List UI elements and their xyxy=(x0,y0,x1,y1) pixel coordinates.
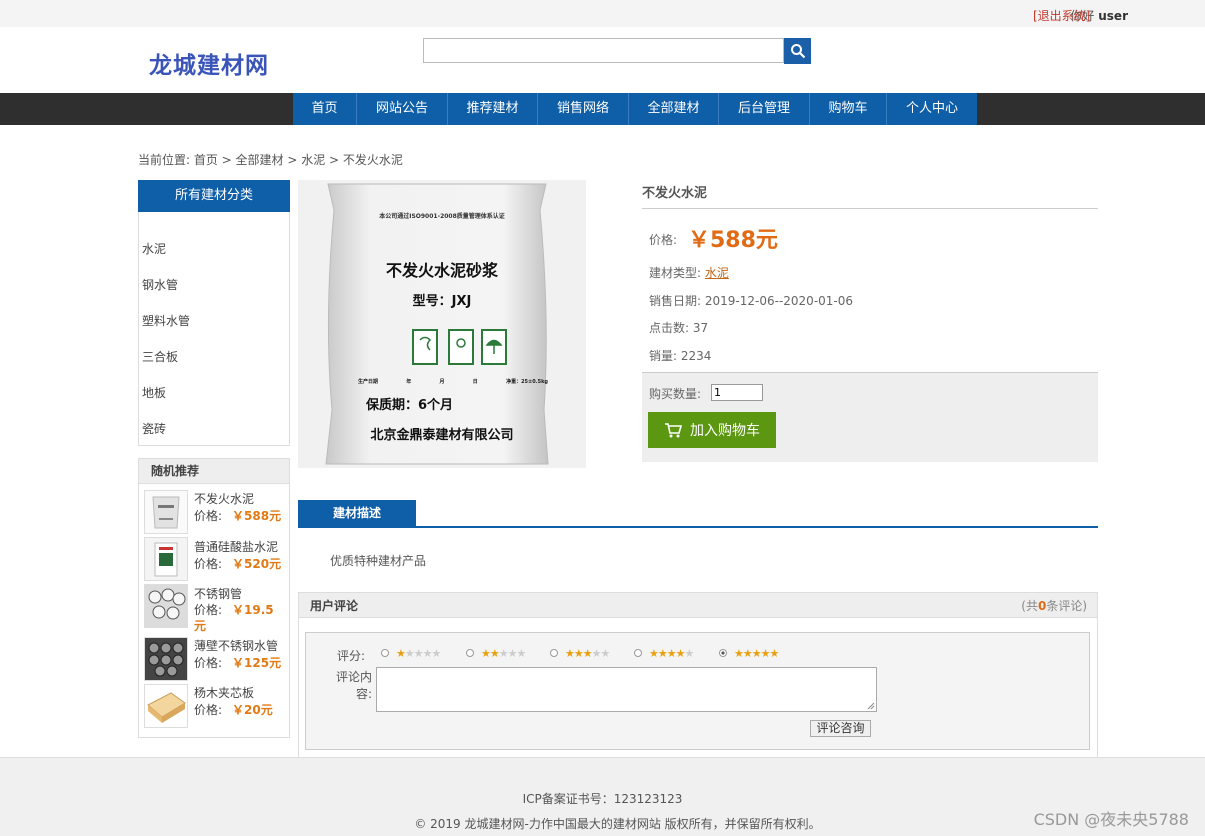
rating-1-stars: ★★★★★ xyxy=(396,647,441,660)
comments-title: 用户评论 xyxy=(310,599,359,613)
rating-4-stars: ★★★★★ xyxy=(649,647,694,660)
product-title: 不发火水泥 xyxy=(642,186,708,201)
search-input[interactable] xyxy=(423,38,784,63)
nav-cart[interactable]: 购物车 xyxy=(810,93,887,125)
random-thumb-4[interactable] xyxy=(144,684,188,728)
category-tile[interactable]: 瓷砖 xyxy=(142,420,166,437)
random-price-2: 价格: ￥19.5元 xyxy=(194,603,274,633)
tab-description[interactable]: 建材描述 xyxy=(298,500,416,526)
random-price-0: 价格: ￥588元 xyxy=(194,509,282,523)
cart-icon xyxy=(665,423,682,438)
main-nav: 首页 网站公告 推荐建材 销售网络 全部建材 后台管理 购物车 个人中心 xyxy=(293,93,977,125)
submit-comment-button[interactable]: 评论咨询 xyxy=(810,720,871,737)
search-button[interactable] xyxy=(784,38,811,64)
nav-announcements[interactable]: 网站公告 xyxy=(357,93,448,125)
random-name-0[interactable]: 不发火水泥 xyxy=(194,490,254,507)
rating-2-radio[interactable] xyxy=(466,649,474,657)
bag-meta: 生产日期年月日净重：25±0.5kg xyxy=(358,379,548,385)
random-thumb-0[interactable] xyxy=(144,490,188,534)
nav-all-materials[interactable]: 全部建材 xyxy=(629,93,719,125)
rating-3-stars: ★★★★★ xyxy=(565,647,610,660)
rating-5-stars: ★★★★★ xyxy=(734,647,779,660)
breadcrumb: 当前位置: 首页 > 全部建材 > 水泥 > 不发火水泥 xyxy=(138,153,403,167)
type-link[interactable]: 水泥 xyxy=(705,266,729,280)
rating-5-radio[interactable] xyxy=(719,649,727,657)
random-thumb-1[interactable] xyxy=(144,537,188,581)
sales-row: 销量: 2234 xyxy=(649,349,712,363)
random-name-4[interactable]: 杨木夹芯板 xyxy=(194,684,254,701)
product-image: 本公司通过ISO9001-2008质量管理体系认证 不发火水泥砂浆 型号：JXJ… xyxy=(298,180,586,468)
add-to-cart-label: 加入购物车 xyxy=(690,423,760,439)
random-name-3[interactable]: 薄壁不锈钢水管 xyxy=(194,637,278,654)
category-plywood[interactable]: 三合板 xyxy=(142,348,178,365)
random-price-3: 价格: ￥125元 xyxy=(194,656,282,670)
rating-2-stars: ★★★★★ xyxy=(481,647,526,660)
category-plastic-pipe[interactable]: 塑料水管 xyxy=(142,312,190,329)
category-steel-pipe[interactable]: 钢水管 xyxy=(142,276,178,293)
logout-link[interactable]: [退出系统] xyxy=(1033,7,1093,24)
username: user xyxy=(1098,9,1128,23)
random-name-2[interactable]: 不锈钢管 xyxy=(194,585,242,602)
copyright: © 2019 龙城建材网-力作中国最大的建材网站 版权所有，并保留所有权利。 xyxy=(414,817,821,831)
qty-label: 购买数量: xyxy=(649,387,702,401)
bag-shelf-life: 保质期：6个月 xyxy=(366,398,454,413)
nav-profile[interactable]: 个人中心 xyxy=(887,93,977,125)
type-row: 建材类型: 水泥 xyxy=(649,266,729,280)
sale-date-row: 销售日期: 2019-12-06--2020-01-06 xyxy=(649,294,854,308)
comments-count: (共0条评论) xyxy=(1021,599,1087,613)
description-text: 优质特种建材产品 xyxy=(330,554,427,568)
site-logo[interactable]: 龙城建材网 xyxy=(149,46,269,80)
categories-title: 所有建材分类 xyxy=(138,180,290,212)
resize-handle-icon[interactable] xyxy=(867,702,875,710)
rating-4-radio[interactable] xyxy=(634,649,642,657)
price-label: 价格: xyxy=(649,233,678,247)
nav-admin[interactable]: 后台管理 xyxy=(719,93,810,125)
cert-icons xyxy=(412,329,507,365)
add-to-cart-button[interactable]: 加入购物车 xyxy=(648,412,776,448)
bag-cert-line: 本公司通过ISO9001-2008质量管理体系认证 xyxy=(379,213,505,220)
search-icon xyxy=(790,44,805,59)
rating-1-radio[interactable] xyxy=(381,649,389,657)
clicks-row: 点击数: 37 xyxy=(649,321,709,335)
random-thumb-3[interactable] xyxy=(144,637,188,681)
random-name-1[interactable]: 普通硅酸盐水泥 xyxy=(194,538,278,555)
random-title: 随机推荐 xyxy=(138,458,290,484)
random-price-1: 价格: ￥520元 xyxy=(194,557,282,571)
nav-home[interactable]: 首页 xyxy=(293,93,357,125)
top-bar xyxy=(0,0,1205,27)
title-divider xyxy=(642,208,1098,209)
bag-model: 型号：JXJ xyxy=(412,294,472,309)
content-label: 评论内容: xyxy=(335,670,372,701)
rating-3-radio[interactable] xyxy=(550,649,558,657)
nav-recommended[interactable]: 推荐建材 xyxy=(448,93,538,125)
bag-product-name: 不发火水泥砂浆 xyxy=(385,261,498,280)
watermark: CSDN @夜未央5788 xyxy=(1033,810,1189,829)
nav-sales-network[interactable]: 销售网络 xyxy=(538,93,629,125)
random-thumb-2[interactable] xyxy=(144,584,188,628)
random-price-4: 价格: ￥20元 xyxy=(194,703,273,717)
category-floor[interactable]: 地板 xyxy=(142,384,166,401)
product-price: ￥588元 xyxy=(688,228,778,253)
icp-number: ICP备案证书号：123123123 xyxy=(522,792,683,806)
tab-underline xyxy=(298,526,1098,528)
comments-header xyxy=(298,592,1098,618)
comment-textarea[interactable] xyxy=(376,667,877,712)
quantity-input[interactable]: 1 xyxy=(711,384,763,401)
rating-label: 评分: xyxy=(337,649,366,663)
bag-company: 北京金鼎泰建材有限公司 xyxy=(370,428,514,443)
category-cement[interactable]: 水泥 xyxy=(142,240,166,257)
